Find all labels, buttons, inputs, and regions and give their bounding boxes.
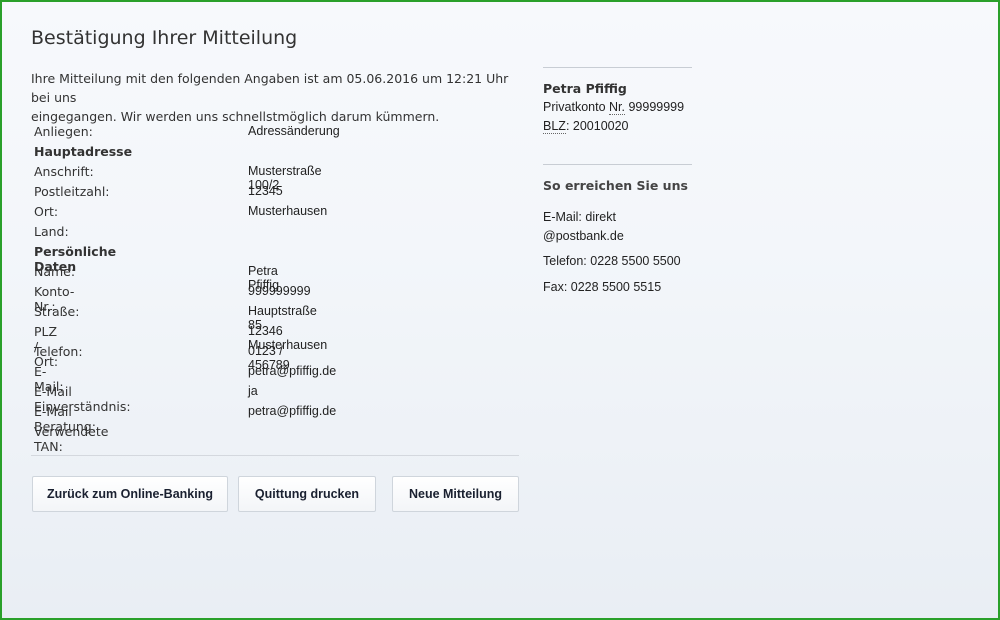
detail-label: Anschrift: <box>34 164 94 179</box>
detail-value: petra@pfiffig.de <box>248 404 337 418</box>
sidebar-divider <box>543 164 692 165</box>
divider <box>31 455 519 456</box>
detail-value: 999999999 <box>248 284 311 298</box>
detail-label: Postleitzahl: <box>34 184 110 199</box>
confirmation-message: Ihre Mitteilung mit den folgenden Angabe… <box>31 69 511 126</box>
confirmation-panel: Bestätigung Ihrer Mitteilung Ihre Mittei… <box>0 0 1000 620</box>
back-to-online-banking-button[interactable]: Zurück zum Online-Banking <box>32 476 228 512</box>
confirmation-message-line2: eingegangen. Wir werden uns schnellstmög… <box>31 109 440 124</box>
account-number-abbr: Nr. <box>609 100 625 115</box>
account-number-value: 99999999 <box>625 100 685 114</box>
print-receipt-button[interactable]: Quittung drucken <box>238 476 376 512</box>
contact-email-line2: @postbank.de <box>543 229 624 243</box>
detail-label: Name: <box>34 264 76 279</box>
detail-value: petra@pfiffig.de <box>248 364 337 378</box>
contact-fax: Fax: 0228 5500 5515 <box>543 280 662 294</box>
account-number-prefix: Privatkonto <box>543 100 610 114</box>
account-number: Privatkonto Nr. 99999999 <box>543 100 685 115</box>
contact-heading: So erreichen Sie uns <box>543 178 688 193</box>
detail-label: Land: <box>34 224 69 239</box>
new-message-button[interactable]: Neue Mitteilung <box>392 476 519 512</box>
detail-value: 12345 <box>248 184 283 198</box>
detail-label: Straße: <box>34 304 80 319</box>
detail-label: Anliegen: <box>34 124 93 139</box>
contact-email-line1: E-Mail: direkt <box>543 210 616 224</box>
detail-value: ja <box>248 384 258 398</box>
confirmation-message-line1: Ihre Mitteilung mit den folgenden Angabe… <box>31 71 509 105</box>
bank-code-abbr: BLZ <box>543 119 566 134</box>
contact-email: E-Mail: direkt @postbank.de <box>543 208 624 246</box>
bank-code: BLZ: 20010020 <box>543 119 629 134</box>
detail-label: Telefon: <box>34 344 83 359</box>
detail-value: Adressänderung <box>248 124 340 138</box>
section-heading: Hauptadresse <box>34 144 133 159</box>
detail-label: Ort: <box>34 204 59 219</box>
detail-value: Musterhausen <box>248 204 328 218</box>
detail-label: Verwendete TAN: <box>34 424 109 454</box>
sidebar-divider <box>543 67 692 68</box>
bank-code-value: : 20010020 <box>565 119 629 133</box>
account-holder-name: Petra Pfiffig <box>543 81 627 96</box>
page-title: Bestätigung Ihrer Mitteilung <box>31 27 298 49</box>
contact-phone: Telefon: 0228 5500 5500 <box>543 254 681 268</box>
